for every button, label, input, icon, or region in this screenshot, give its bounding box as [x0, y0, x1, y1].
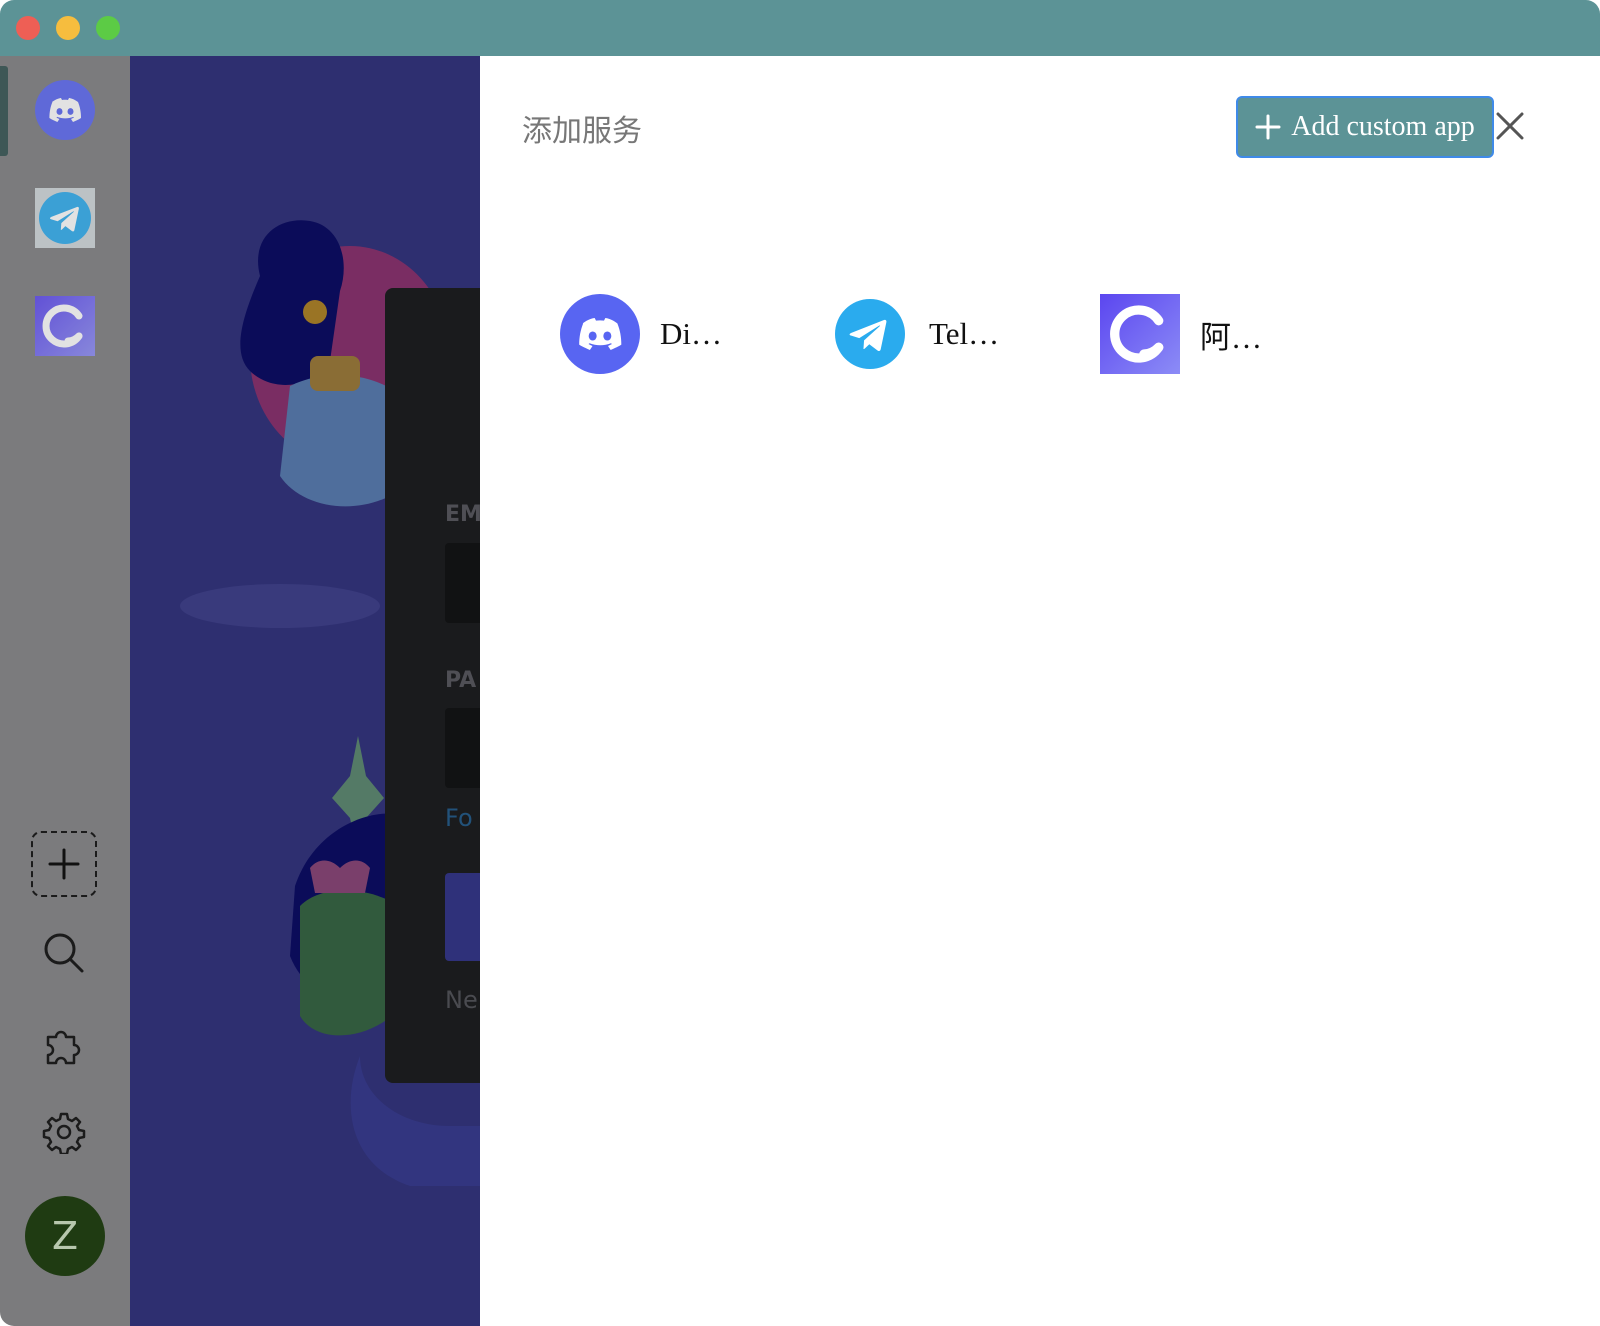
- plus-icon: [1255, 114, 1281, 140]
- telegram-icon: [35, 188, 95, 248]
- aliyun-icon: [35, 296, 95, 356]
- password-label: PA: [445, 668, 477, 693]
- sidebar-item-discord[interactable]: [35, 80, 95, 140]
- email-field[interactable]: [445, 543, 480, 623]
- aliyun-icon: [1100, 294, 1180, 374]
- window-maximize-button[interactable]: [96, 16, 120, 40]
- service-option-aliyun[interactable]: 阿…: [1100, 294, 1262, 374]
- window-minimize-button[interactable]: [56, 16, 80, 40]
- gear-icon: [42, 1112, 86, 1154]
- sidebar-item-aliyun[interactable]: [35, 296, 95, 356]
- add-custom-app-label: Add custom app: [1291, 111, 1475, 142]
- app-window: Z EM PA Fo Ne 添加服务 Add custom app Di… Te…: [0, 0, 1600, 1326]
- sidebar: Z: [0, 56, 130, 1326]
- close-icon[interactable]: [1492, 108, 1528, 144]
- title-bar: [0, 0, 1600, 56]
- settings-button[interactable]: [31, 1099, 97, 1165]
- user-avatar[interactable]: Z: [25, 1196, 105, 1276]
- service-option-telegram[interactable]: Tel…: [835, 294, 999, 374]
- add-custom-app-button[interactable]: Add custom app: [1236, 96, 1494, 158]
- service-webview: EM PA Fo Ne: [130, 56, 480, 1326]
- search-button[interactable]: [31, 920, 97, 986]
- register-note: Ne: [445, 986, 478, 1014]
- login-button[interactable]: [445, 873, 480, 961]
- service-option-label: Tel…: [929, 316, 1000, 351]
- forgot-password-link[interactable]: Fo: [445, 804, 473, 832]
- avatar-letter: Z: [51, 1214, 79, 1258]
- discord-icon: [560, 294, 640, 374]
- telegram-icon: [835, 299, 905, 369]
- login-card: EM PA Fo Ne: [385, 288, 480, 1083]
- service-option-discord[interactable]: Di…: [560, 294, 722, 374]
- window-close-button[interactable]: [16, 16, 40, 40]
- discord-icon: [35, 80, 95, 140]
- extensions-button[interactable]: [31, 1012, 97, 1078]
- puzzle-icon: [46, 1030, 81, 1065]
- search-icon: [44, 933, 84, 973]
- add-service-panel: 添加服务 Add custom app Di… Tel… 阿…: [480, 56, 1600, 1326]
- password-field[interactable]: [445, 708, 480, 788]
- service-option-label: Di…: [660, 316, 722, 351]
- active-indicator: [0, 66, 8, 156]
- plus-icon: [48, 848, 80, 880]
- email-label: EM: [445, 502, 480, 527]
- service-option-label: 阿…: [1200, 319, 1262, 355]
- panel-title: 添加服务: [522, 114, 642, 149]
- add-service-button[interactable]: [31, 831, 97, 897]
- sidebar-item-telegram[interactable]: [35, 188, 95, 248]
